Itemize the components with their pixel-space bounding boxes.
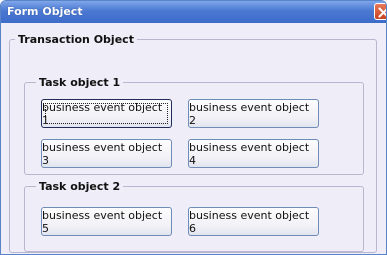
task-object-2-group: Task object 2 business event object 5 bu… (24, 180, 364, 252)
client-area: Transaction Object Task object 1 busines… (1, 23, 386, 254)
transaction-object-label: Transaction Object (18, 33, 134, 46)
form-window: Form Object Transaction Object Task obje… (0, 0, 387, 255)
title-bar[interactable]: Form Object (1, 1, 386, 23)
business-event-object-2-button[interactable]: business event object 2 (188, 99, 319, 128)
task-object-2-label: Task object 2 (39, 180, 121, 193)
window-title: Form Object (7, 5, 83, 18)
transaction-object-group: Transaction Object Task object 1 busines… (9, 33, 377, 253)
close-icon (378, 7, 386, 18)
business-event-object-4-button[interactable]: business event object 4 (188, 139, 319, 168)
business-event-object-5-button[interactable]: business event object 5 (41, 207, 172, 236)
business-event-object-1-button[interactable]: business event object 1 (41, 99, 172, 128)
business-event-object-6-button[interactable]: business event object 6 (188, 207, 319, 236)
task-object-1-label: Task object 1 (39, 76, 121, 89)
task-object-1-group: Task object 1 business event object 1 bu… (24, 76, 364, 175)
close-button[interactable] (374, 3, 386, 20)
business-event-object-3-button[interactable]: business event object 3 (41, 139, 172, 168)
